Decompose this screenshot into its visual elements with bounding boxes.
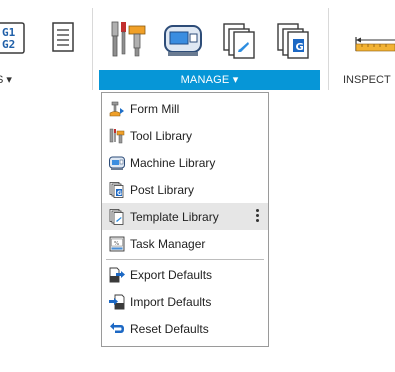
menu-item-label: Reset Defaults [130, 321, 209, 336]
menu-item-post-library[interactable]: G Post Library [102, 176, 268, 203]
svg-text:G2: G2 [2, 38, 15, 51]
reset-defaults-icon [109, 321, 125, 337]
inspect-dropdown-button[interactable]: INSPECT [343, 70, 391, 90]
menu-item-label: Import Defaults [130, 294, 212, 309]
tool-library-icon [109, 128, 125, 144]
menu-item-label: Template Library [130, 209, 219, 224]
menu-item-label: Tool Library [130, 128, 193, 143]
menu-item-import-defaults[interactable]: Import Defaults [102, 288, 268, 315]
form-mill-icon [109, 101, 125, 117]
manage-dropdown-menu: Form Mill Tool Library Machine Library G… [101, 92, 269, 347]
group-label-left[interactable]: S ▾ [0, 70, 12, 90]
export-defaults-icon [109, 267, 125, 283]
manage-dropdown-button[interactable]: MANAGE ▾ [99, 70, 320, 90]
svg-text:%: % [114, 241, 119, 247]
task-manager-icon: % [109, 236, 125, 252]
post-library-icon[interactable]: G [276, 22, 310, 60]
group-separator [328, 8, 329, 90]
group-separator [92, 8, 93, 90]
ribbon-toolbar: G1 G2 S ▾ [0, 0, 395, 92]
menu-item-label: Export Defaults [130, 267, 213, 282]
menu-item-machine-library[interactable]: Machine Library [102, 149, 268, 176]
import-defaults-icon [109, 294, 125, 310]
menu-separator [106, 259, 264, 260]
tool-library-icon[interactable] [108, 20, 148, 60]
machine-library-icon [109, 155, 125, 171]
svg-text:G: G [296, 42, 304, 53]
document-list-icon[interactable] [52, 22, 74, 54]
more-options-icon[interactable] [256, 209, 260, 223]
menu-item-label: Machine Library [130, 155, 216, 170]
measure-icon[interactable] [354, 34, 395, 54]
post-library-icon: G [109, 181, 125, 198]
template-library-icon [109, 208, 125, 225]
template-library-icon[interactable] [222, 22, 256, 60]
machine-library-icon[interactable] [164, 24, 202, 58]
menu-item-tool-library[interactable]: Tool Library [102, 122, 268, 149]
menu-item-label: Form Mill [130, 101, 180, 116]
g1-g2-icon[interactable]: G1 G2 [0, 22, 28, 54]
menu-item-label: Post Library [130, 182, 195, 197]
menu-item-template-library[interactable]: Template Library [102, 203, 268, 230]
menu-item-task-manager[interactable]: % Task Manager [102, 230, 268, 257]
svg-text:G: G [117, 190, 122, 197]
menu-item-export-defaults[interactable]: Export Defaults [102, 261, 268, 288]
menu-item-reset-defaults[interactable]: Reset Defaults [102, 315, 268, 342]
menu-item-label: Task Manager [130, 236, 206, 251]
menu-item-form-mill[interactable]: Form Mill [102, 95, 268, 122]
